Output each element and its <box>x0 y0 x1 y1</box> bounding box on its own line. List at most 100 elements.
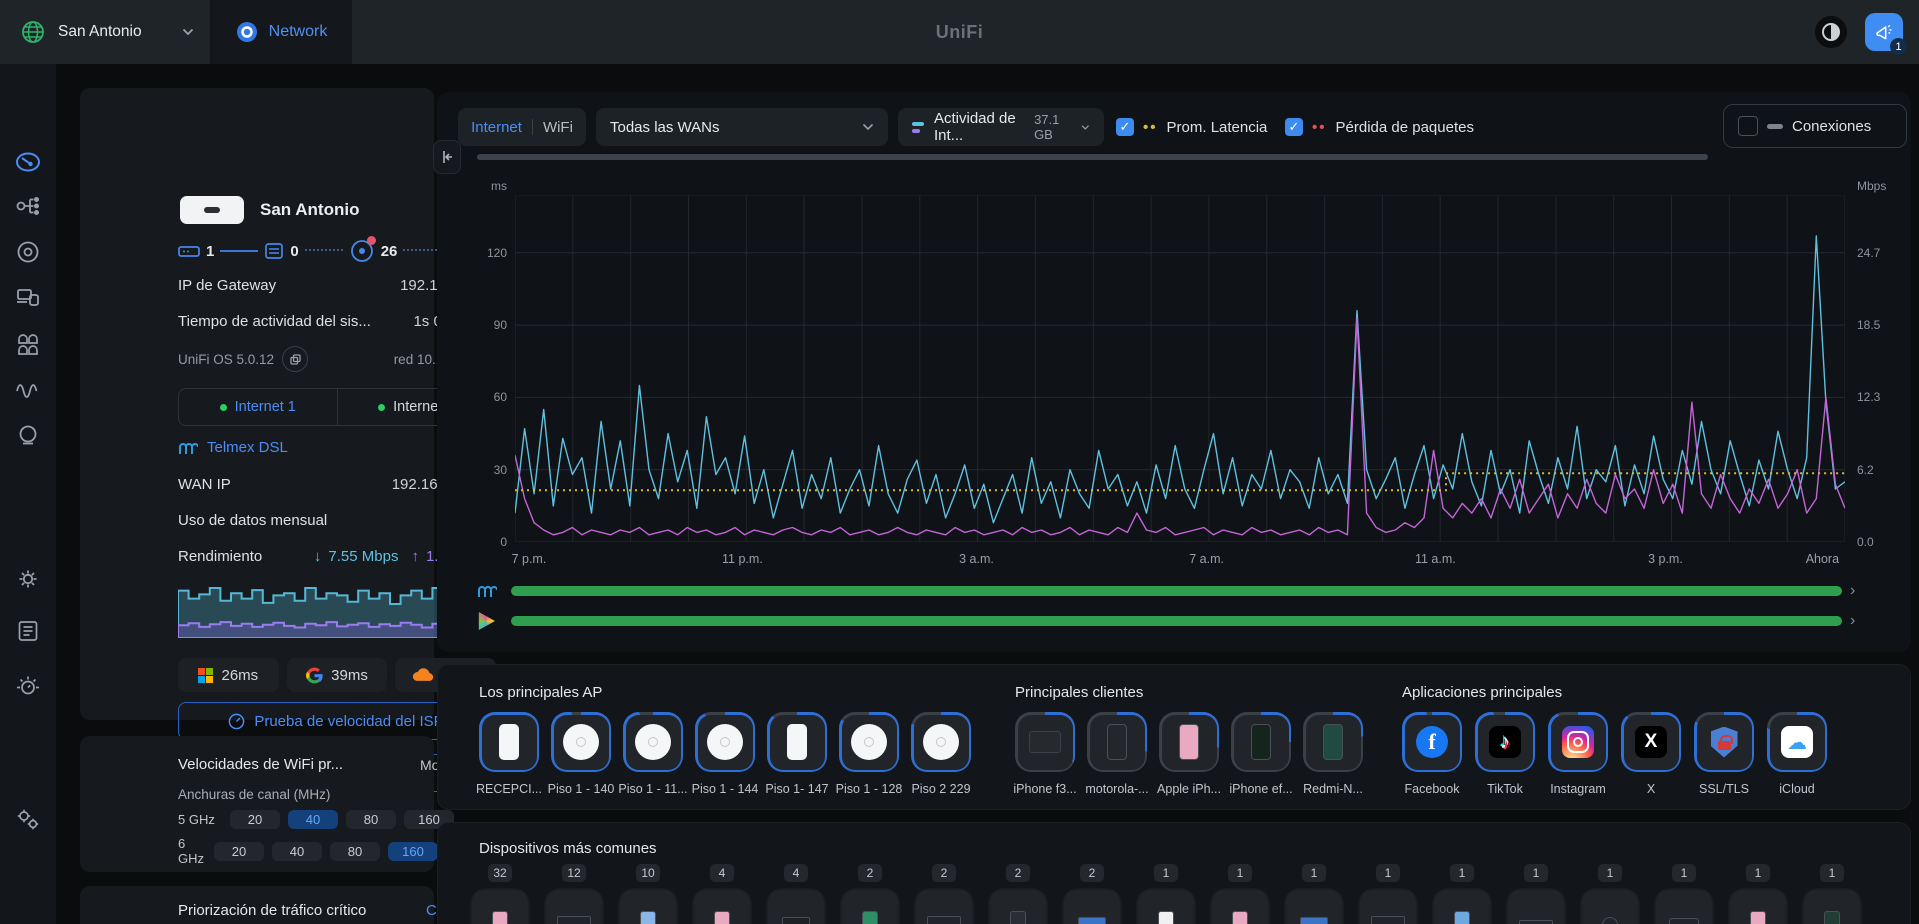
aps-tile[interactable] <box>695 712 755 772</box>
sidebar-item-dashboard[interactable] <box>14 148 42 176</box>
common-device-tile[interactable] <box>840 888 900 924</box>
toggle-packet-loss[interactable]: ✓ •• Pérdida de paquetes <box>1285 108 1474 146</box>
activity-value: 37.1 GB <box>1034 112 1071 142</box>
phone-image <box>1251 724 1271 760</box>
common-device-tile[interactable] <box>766 888 826 924</box>
apps-tile-label: X <box>1613 782 1689 796</box>
aps-tile-label: Piso 1 - 140 <box>543 782 619 796</box>
aps-tile[interactable] <box>623 712 683 772</box>
common-device-tile[interactable] <box>1654 888 1714 924</box>
radio-waves-icon <box>14 377 42 405</box>
tab-wifi[interactable]: WiFi <box>543 119 573 136</box>
theme-toggle-button[interactable] <box>1815 16 1847 48</box>
sidebar-item-insights[interactable] <box>14 422 42 450</box>
aps-tile[interactable] <box>479 712 539 772</box>
upload-arrow-icon: ↑ <box>411 548 419 565</box>
announcements-button[interactable]: 1 <box>1865 13 1903 51</box>
common-device-tile[interactable] <box>1432 888 1492 924</box>
aps-tile[interactable] <box>551 712 611 772</box>
channel-width-chip-40[interactable]: 40 <box>288 810 338 829</box>
toggle-avg-latency[interactable]: ✓ •• Prom. Latencia <box>1116 108 1267 146</box>
phone-image <box>1158 911 1174 924</box>
clients-tile[interactable] <box>1231 712 1291 772</box>
aps-tile[interactable] <box>911 712 971 772</box>
tab-network[interactable]: Network <box>210 0 352 64</box>
common-device-tile[interactable] <box>988 888 1048 924</box>
tab-internet[interactable]: Internet <box>471 119 522 136</box>
apps-tile[interactable] <box>1548 712 1608 772</box>
copy-os-version-button[interactable] <box>282 346 308 372</box>
aps-tile[interactable] <box>767 712 827 772</box>
sidebar-item-radios[interactable] <box>14 377 42 405</box>
common-device-tile[interactable] <box>1358 888 1418 924</box>
clients-tile[interactable] <box>1087 712 1147 772</box>
avg-latency-checkbox[interactable]: ✓ <box>1116 118 1134 136</box>
gear-icon <box>14 565 42 593</box>
latency-chip-google[interactable]: 39ms <box>287 658 388 692</box>
activity-metric-dropdown[interactable]: Actividad de Int... 37.1 GB <box>898 108 1104 146</box>
sidebar-item-networks[interactable] <box>14 330 42 358</box>
aps-tile[interactable] <box>839 712 899 772</box>
device-count-badge: 1 <box>1228 864 1252 882</box>
common-device-tile[interactable] <box>1506 888 1566 924</box>
collapse-sidebar-button[interactable] <box>433 140 461 174</box>
sidebar-item-admins[interactable] <box>14 805 42 833</box>
chart-horizontal-scrollbar[interactable] <box>477 154 1708 160</box>
connections-checkbox[interactable] <box>1738 116 1758 136</box>
isp-name: Telmex DSL <box>207 439 288 456</box>
icloud-icon: ☁ <box>1781 726 1813 758</box>
chevron-right-icon[interactable]: › <box>1850 612 1855 630</box>
common-device-tile[interactable] <box>618 888 678 924</box>
sidebar-item-system-log[interactable] <box>14 617 42 645</box>
router-image <box>1669 918 1699 924</box>
common-device-tile[interactable] <box>1136 888 1196 924</box>
common-device-tile[interactable] <box>692 888 752 924</box>
channel-width-chip-20[interactable]: 20 <box>214 842 264 861</box>
y-tick-left: 0 <box>500 535 507 549</box>
sidebar-item-topology[interactable] <box>14 192 42 220</box>
latency-chart-plot[interactable] <box>515 195 1845 542</box>
clients-tile[interactable] <box>1303 712 1363 772</box>
common-device-tile[interactable] <box>914 888 974 924</box>
latency-chip-microsoft[interactable]: 26ms <box>178 658 279 692</box>
topology-connector-dotted <box>305 249 343 253</box>
common-device-tile[interactable] <box>544 888 604 924</box>
channel-width-chip-40[interactable]: 40 <box>272 842 322 861</box>
aps-tile-label: Piso 1- 147 <box>759 782 835 796</box>
uptime-bar-green <box>511 616 1842 626</box>
sidebar-item-unifi-devices[interactable] <box>14 238 42 266</box>
common-device-tile[interactable] <box>470 888 530 924</box>
common-device-tile[interactable] <box>1284 888 1344 924</box>
toggle-connections[interactable]: Conexiones <box>1723 104 1907 148</box>
apps-tile[interactable]: X <box>1621 712 1681 772</box>
common-device-tile[interactable] <box>1580 888 1640 924</box>
site-switcher[interactable]: San Antonio <box>20 0 194 64</box>
sidebar-item-clients[interactable] <box>14 283 42 311</box>
apps-tile[interactable] <box>1694 712 1754 772</box>
common-device-tile[interactable] <box>1062 888 1122 924</box>
chevron-right-icon[interactable]: › <box>1850 582 1855 600</box>
right-axis-unit: Mbps <box>1857 179 1886 193</box>
sidebar-item-notifications[interactable] <box>14 672 42 700</box>
apps-tile[interactable]: ♪ <box>1475 712 1535 772</box>
sidebar-item-settings[interactable] <box>14 565 42 593</box>
channel-width-chip-20[interactable]: 20 <box>230 810 280 829</box>
channel-width-chip-80[interactable]: 80 <box>346 810 396 829</box>
common-device-tile[interactable] <box>1728 888 1788 924</box>
common-device-tile[interactable] <box>1802 888 1862 924</box>
channel-width-chip-160[interactable]: 160 <box>388 842 438 861</box>
clients-tile[interactable] <box>1159 712 1219 772</box>
common-device-tile[interactable] <box>1210 888 1270 924</box>
switch-count: 0 <box>290 243 298 260</box>
device-count-badge: 1 <box>1154 864 1178 882</box>
wan-select-dropdown[interactable]: Todas las WANs <box>596 108 888 146</box>
tab-internet-1[interactable]: Internet 1 <box>179 389 338 425</box>
uptime-label: Tiempo de actividad del sis... <box>178 313 371 330</box>
channel-width-chip-80[interactable]: 80 <box>330 842 380 861</box>
apps-tile[interactable]: f <box>1402 712 1462 772</box>
device-count-badge: 10 <box>636 864 660 882</box>
apps-tile[interactable]: ☁ <box>1767 712 1827 772</box>
dashboard-icon <box>14 148 42 176</box>
packet-loss-checkbox[interactable]: ✓ <box>1285 118 1303 136</box>
clients-tile[interactable] <box>1015 712 1075 772</box>
